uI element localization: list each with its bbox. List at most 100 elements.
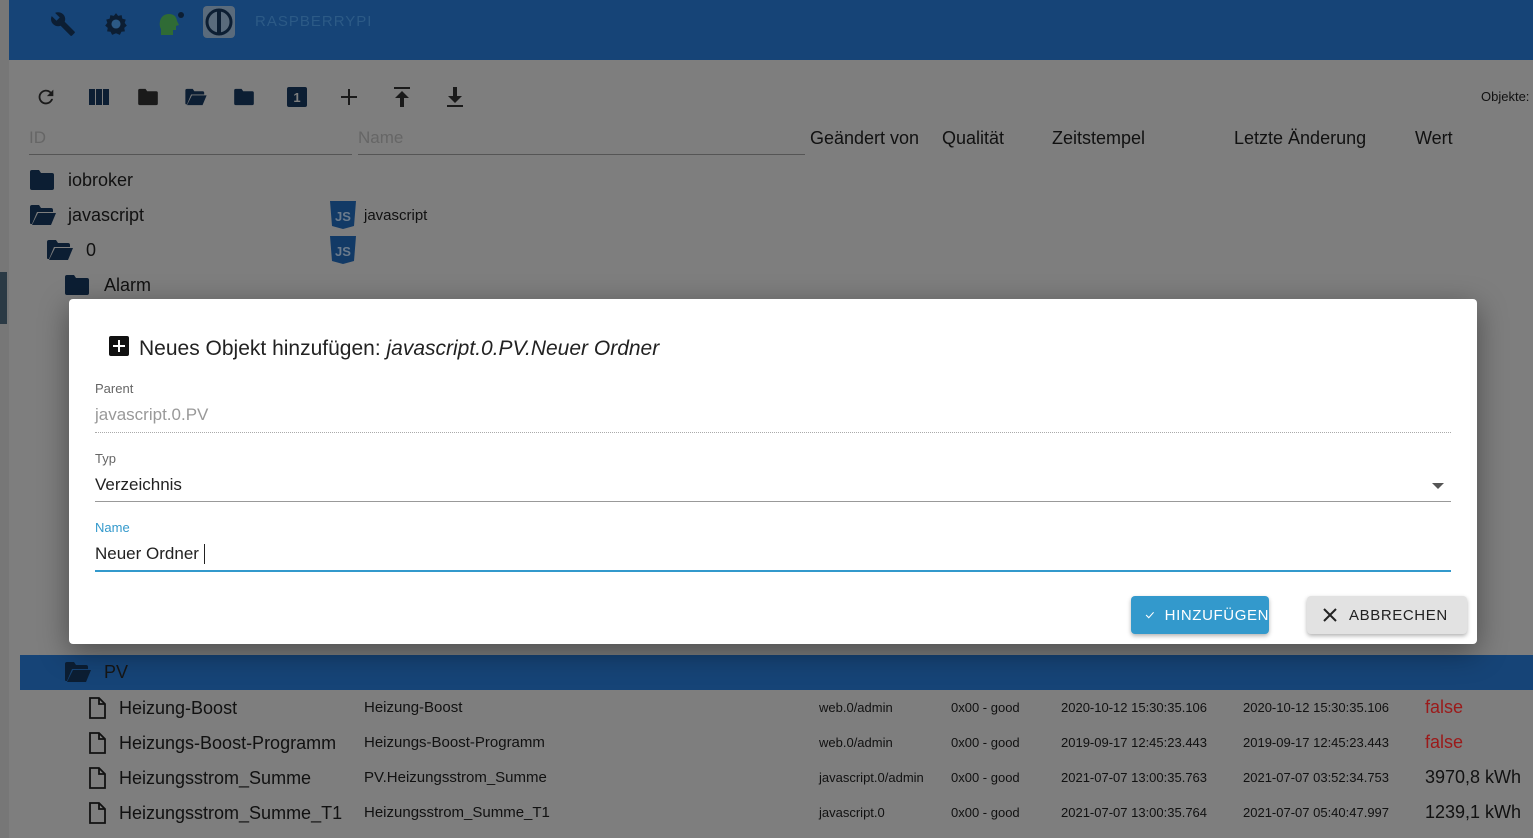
- hostname-label: RASPBERRYPI: [255, 13, 373, 30]
- javascript-icon: [329, 235, 357, 265]
- name-label: Name: [95, 520, 130, 535]
- changed-by-cell: web.0/admin: [819, 700, 893, 715]
- dialog-title: Neues Objekt hinzufügen: javascript.0.PV…: [139, 337, 659, 361]
- add-button-label: HINZUFÜGEN: [1164, 606, 1269, 624]
- file-icon: [88, 731, 106, 755]
- column-header-value[interactable]: Wert: [1415, 128, 1453, 149]
- value-cell[interactable]: 1239,1 kWh: [1425, 802, 1521, 823]
- name-underline: [95, 570, 1451, 572]
- cancel-button-label: ABBRECHEN: [1349, 606, 1448, 624]
- settings-gear-icon[interactable]: [100, 8, 132, 40]
- object-name: Heizungsstrom_Summe_T1: [364, 804, 550, 821]
- value-cell[interactable]: false: [1425, 732, 1463, 753]
- last-change-cell: 2021-07-07 05:40:47.997: [1243, 805, 1390, 820]
- folder-open-icon[interactable]: [183, 84, 209, 110]
- add-box-icon: [109, 336, 129, 356]
- value-cell[interactable]: 3970,8 kWh: [1425, 767, 1521, 788]
- type-select[interactable]: Verzeichnis: [95, 475, 182, 495]
- objects-count-label: Objekte:: [1481, 89, 1530, 104]
- changed-by-cell: web.0/admin: [819, 735, 893, 750]
- iobroker-logo[interactable]: [202, 5, 236, 39]
- parent-label: Parent: [95, 381, 134, 396]
- tree-row-pv[interactable]: PV: [20, 655, 1533, 690]
- tree-row-alarm[interactable]: Alarm: [20, 268, 1533, 303]
- table-row[interactable]: Heizung-Boost Heizung-Boost web.0/admin …: [20, 691, 1533, 726]
- tree-label: PV: [104, 662, 129, 682]
- svg-text:1: 1: [293, 90, 300, 105]
- value-cell[interactable]: false: [1425, 697, 1463, 718]
- object-name: Heizung-Boost: [364, 699, 463, 716]
- object-name: Heizungs-Boost-Programm: [364, 734, 545, 751]
- folder-icon[interactable]: [135, 84, 161, 110]
- object-id: Heizungs-Boost-Programm: [119, 733, 337, 753]
- tree-label: javascript: [68, 205, 145, 225]
- file-icon: [88, 696, 106, 720]
- folder-icon: [29, 168, 55, 192]
- folder-icon[interactable]: [231, 84, 257, 110]
- chevron-down-icon[interactable]: [1431, 482, 1445, 490]
- add-icon[interactable]: [336, 84, 362, 110]
- changed-by-cell: javascript.0/admin: [819, 770, 924, 785]
- file-icon: [88, 766, 106, 790]
- type-label: Typ: [95, 451, 116, 466]
- javascript-icon: [329, 200, 357, 230]
- object-id: Heizung-Boost: [119, 698, 238, 718]
- tree-name-cell: javascript: [364, 207, 428, 224]
- tree-row-0[interactable]: 0: [20, 233, 1533, 268]
- quality-cell: 0x00 - good: [951, 735, 1020, 750]
- dialog-title-path: javascript.0.PV.Neuer Ordner: [386, 337, 660, 360]
- column-header-timestamp[interactable]: Zeitstempel: [1052, 128, 1145, 149]
- column-header-last-change[interactable]: Letzte Änderung: [1234, 128, 1366, 149]
- object-id: Heizungsstrom_Summe: [119, 768, 312, 788]
- folder-open-icon: [46, 238, 74, 262]
- folder-open-icon: [64, 660, 92, 684]
- folder-icon: [64, 273, 90, 297]
- table-row[interactable]: Heizungsstrom_Summe_T1 Heizungsstrom_Sum…: [20, 796, 1533, 831]
- timestamp-cell: 2021-07-07 13:00:35.764: [1061, 805, 1208, 820]
- number-one-icon[interactable]: 1: [284, 84, 310, 110]
- name-filter-input[interactable]: Name: [358, 124, 805, 155]
- add-object-dialog: Neues Objekt hinzufügen: javascript.0.PV…: [69, 299, 1477, 644]
- last-change-cell: 2020-10-12 15:30:35.106: [1243, 700, 1390, 715]
- check-icon: [1145, 611, 1154, 619]
- tree-label: Alarm: [104, 275, 152, 295]
- quality-cell: 0x00 - good: [951, 770, 1020, 785]
- type-underline: [95, 501, 1451, 502]
- table-row[interactable]: Heizungsstrom_Summe PV.Heizungsstrom_Sum…: [20, 761, 1533, 796]
- columns-icon[interactable]: [86, 84, 112, 110]
- name-input[interactable]: Neuer Ordner: [95, 544, 199, 564]
- timestamp-cell: 2019-09-17 12:45:23.443: [1061, 735, 1208, 750]
- tree-row-javascript[interactable]: javascript javascript: [20, 198, 1533, 233]
- user-head-icon[interactable]: [154, 8, 186, 40]
- timestamp-cell: 2021-07-07 13:00:35.763: [1061, 770, 1208, 785]
- object-name: PV.Heizungsstrom_Summe: [364, 769, 547, 786]
- left-edge-marker: [0, 272, 7, 324]
- tree-label: 0: [86, 240, 97, 260]
- quality-cell: 0x00 - good: [951, 805, 1020, 820]
- column-header-quality[interactable]: Qualität: [942, 128, 1004, 149]
- wrench-icon[interactable]: [47, 8, 79, 40]
- upload-icon[interactable]: [389, 84, 415, 110]
- download-icon[interactable]: [442, 84, 468, 110]
- close-icon: [1323, 608, 1337, 622]
- refresh-icon[interactable]: [33, 84, 59, 110]
- parent-field: javascript.0.PV: [95, 405, 209, 424]
- folder-open-icon: [29, 203, 57, 227]
- timestamp-cell: 2020-10-12 15:30:35.106: [1061, 700, 1208, 715]
- dialog-title-prefix: Neues Objekt hinzufügen:: [139, 337, 381, 360]
- file-icon: [88, 801, 106, 825]
- id-filter-input[interactable]: ID: [29, 124, 352, 155]
- column-header-changed-by[interactable]: Geändert von: [810, 128, 919, 149]
- app-header: RASPBERRYPI: [9, 0, 1533, 60]
- last-change-cell: 2019-09-17 12:45:23.443: [1243, 735, 1390, 750]
- add-button[interactable]: HINZUFÜGEN: [1131, 596, 1269, 634]
- object-id: Heizungsstrom_Summe_T1: [119, 803, 343, 823]
- parent-underline: [95, 432, 1451, 433]
- changed-by-cell: javascript.0: [819, 805, 885, 820]
- cancel-button[interactable]: ABBRECHEN: [1307, 596, 1467, 634]
- last-change-cell: 2021-07-07 03:52:34.753: [1243, 770, 1390, 785]
- table-row[interactable]: Heizungs-Boost-Programm Heizungs-Boost-P…: [20, 726, 1533, 761]
- tree-row-iobroker[interactable]: iobroker: [20, 163, 1533, 198]
- text-cursor: [204, 544, 205, 564]
- left-edge-strip: [0, 0, 9, 838]
